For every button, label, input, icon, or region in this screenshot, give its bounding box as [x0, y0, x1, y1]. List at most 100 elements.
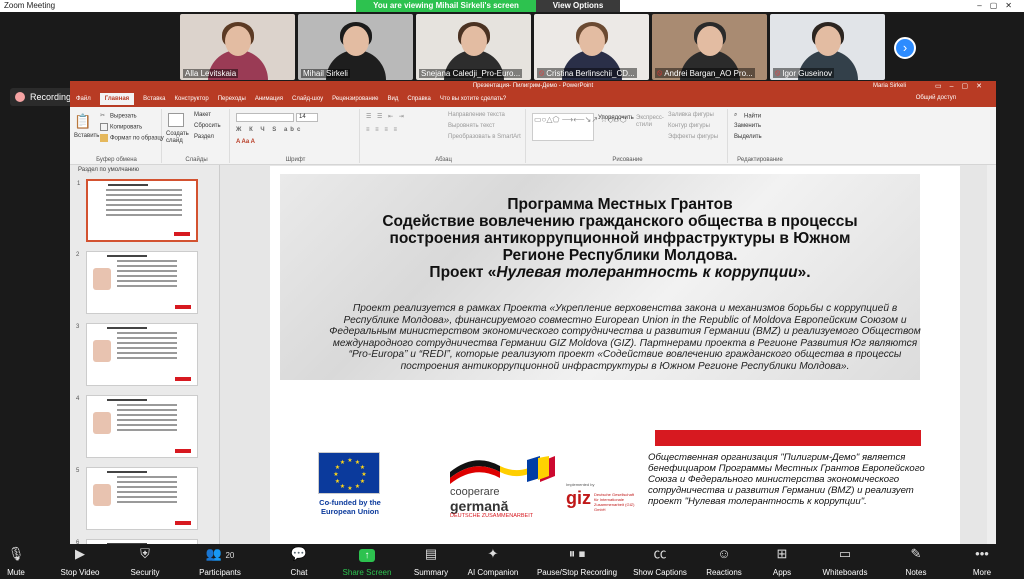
ppt-ribbon: 📋 Вставить ✂ Вырезать Копировать Формат п… — [70, 107, 996, 165]
layout-button[interactable]: Макет — [194, 112, 211, 118]
copy-button[interactable]: Копировать — [100, 123, 142, 131]
slides-group: Создать слайд Макет Сбросить Раздел Слай… — [164, 109, 230, 163]
ai-companion-button[interactable]: ✦ AI Companion — [464, 544, 522, 579]
align-buttons[interactable]: ≡ ≡ ≡ ≡ — [366, 127, 399, 133]
title-line: Программа Местных Грантов — [507, 196, 733, 213]
slide-title: Программа Местных Грантов Содействие вов… — [300, 196, 940, 281]
participant-tile[interactable]: ⦸ Igor Guseinov — [770, 14, 885, 80]
reset-button[interactable]: Сбросить — [194, 123, 221, 129]
shape-effects-button[interactable]: Эффекты фигуры — [668, 134, 718, 140]
ppt-tab[interactable]: Вставка — [143, 96, 165, 102]
current-slide[interactable]: Программа Местных Грантов Содействие вов… — [270, 166, 960, 544]
participant-tile[interactable]: ⦸ Andrei Bargan_AO Pro... — [652, 14, 767, 80]
more-button[interactable]: ••• More — [966, 544, 998, 579]
find-button[interactable]: ⌕ Найти — [734, 112, 761, 120]
font-size-field[interactable]: 14 — [296, 113, 318, 122]
summary-icon: ▤ — [424, 546, 438, 561]
stop-video-button[interactable]: ▶ Stop Video — [55, 544, 105, 579]
slide-thumbnail[interactable]: 3 — [76, 323, 198, 386]
cut-button[interactable]: ✂ Вырезать — [100, 112, 137, 120]
giz-text: Deutsche Gesellschaft für Internationale… — [594, 492, 635, 512]
security-button[interactable]: ⛨ Security — [124, 544, 166, 579]
slide-thumbnail[interactable]: 5 — [76, 467, 198, 530]
copy-icon — [100, 123, 108, 131]
window-controls[interactable]: –▢✕ — [977, 0, 1020, 12]
view-options-button[interactable]: View Options — [536, 0, 620, 12]
ppt-tab[interactable]: Рецензирование — [332, 96, 378, 102]
participant-tile[interactable]: Mihail Sirkeli — [298, 14, 413, 80]
smartart-button[interactable]: Преобразовать в SmartArt — [448, 134, 521, 140]
svg-text:★: ★ — [360, 478, 365, 485]
ppt-tab[interactable]: Что вы хотите сделать? — [440, 96, 506, 102]
pause-stop-recording-button[interactable]: ⏸ ⏹ Pause/Stop Recording — [532, 544, 622, 579]
ppt-tab[interactable]: Справка — [407, 96, 431, 102]
title-line: Регионе Республики Молдова. — [502, 247, 738, 264]
svg-text:★: ★ — [361, 471, 366, 478]
mic-muted-icon: ⦸ — [775, 68, 781, 77]
participant-tile[interactable]: Snejana Caledji_Pro-Euro... — [416, 14, 531, 80]
paragraph-group: ☰ ☰ ⇤ ⇥ ≡ ≡ ≡ ≡ Направление текста Выров… — [362, 109, 526, 163]
ppt-tab[interactable]: Файл — [76, 96, 91, 102]
mic-muted-icon: ⦸ — [657, 68, 663, 77]
svg-text:★: ★ — [355, 483, 360, 490]
participants-button[interactable]: 👥 20 Participants — [192, 544, 248, 579]
eu-logo: ★ ★ ★ ★ ★ ★ ★ ★ ★ ★ ★ ★ Co-funded by the European U… — [318, 452, 388, 518]
giz-letters: giz — [566, 488, 591, 508]
shapes-gallery[interactable]: ▭○△⬠ ⟶⟵↘↗ ☆◇▱⬡ — [532, 113, 627, 141]
coop-word-2: germană — [450, 498, 509, 514]
participant-tile[interactable]: ⦸ Cristina Berlinschii_CD... — [534, 14, 649, 80]
share-button[interactable]: Общий доступ — [916, 95, 956, 101]
ppt-tab[interactable]: Анимация — [255, 96, 283, 102]
ppt-window-controls[interactable]: ▭–▢✕ — [935, 82, 990, 90]
mute-button[interactable]: 🎙 Mute — [2, 544, 30, 579]
replace-button[interactable]: Заменить — [734, 123, 761, 129]
new-slide-icon[interactable] — [168, 113, 184, 127]
text-direction-button[interactable]: Направление текста — [448, 112, 505, 118]
ppt-tab[interactable]: Конструктор — [174, 96, 208, 102]
section-button[interactable]: Раздел — [194, 134, 214, 140]
format-painter-button[interactable]: Формат по образцу — [100, 134, 164, 142]
shape-outline-button[interactable]: Контур фигуры — [668, 123, 710, 129]
paste-button[interactable]: Вставить — [74, 133, 99, 139]
vertical-scrollbar[interactable] — [987, 165, 996, 544]
share-arrow-icon: ↑ — [338, 544, 396, 564]
font-color-button[interactable]: A Aa A — [236, 139, 255, 145]
participant-name: ⦸ Andrei Bargan_AO Pro... — [655, 68, 755, 78]
whiteboards-button[interactable]: ▭ Whiteboards — [818, 544, 872, 579]
more-dots-icon: ••• — [975, 546, 989, 561]
chat-bubble-icon: 💬 — [290, 546, 308, 561]
quick-styles-button[interactable]: Экспресс-стили — [636, 115, 666, 129]
summary-button[interactable]: ▤ Summary — [410, 544, 452, 579]
reactions-button[interactable]: ☺ Reactions — [703, 544, 745, 579]
ppt-tab[interactable]: Слайд-шоу — [292, 96, 323, 102]
slide-note-text: Общественная организация "Пилигрим-Демо"… — [648, 452, 925, 507]
slide-number: 4 — [76, 396, 80, 402]
notes-button[interactable]: ✎ Notes — [902, 544, 930, 579]
font-name-field[interactable] — [236, 113, 294, 122]
participant-name: Mihail Sirkeli — [301, 69, 350, 78]
brush-icon — [100, 134, 108, 142]
slide-thumbnail[interactable]: 2 — [76, 251, 198, 314]
show-captions-button[interactable]: ㏄ Show Captions — [630, 544, 690, 579]
slide-thumbnail[interactable]: 1 — [77, 179, 198, 242]
ppt-tab[interactable]: Главная — [99, 93, 135, 105]
participant-tile[interactable]: Alla Levitskaia — [180, 14, 295, 80]
apps-button[interactable]: ⊞ Apps — [770, 544, 794, 579]
ppt-tab[interactable]: Переходы — [218, 96, 246, 102]
align-text-button[interactable]: Выровнять текст — [448, 123, 495, 129]
ppt-tab[interactable]: Вид — [387, 96, 398, 102]
chat-button[interactable]: 💬 Chat — [284, 544, 314, 579]
list-buttons[interactable]: ☰ ☰ ⇤ ⇥ — [366, 113, 406, 120]
share-screen-button[interactable]: ↑ Share Screen — [338, 544, 396, 579]
participant-name: ⦸ Cristina Berlinschii_CD... — [537, 68, 637, 78]
next-participants-button[interactable]: › — [894, 37, 916, 59]
cooperare-germana-logo: cooperare germană DEUTSCHE ZUSAMMENARBEI… — [445, 452, 565, 519]
arrange-button[interactable]: Упорядочить — [598, 115, 634, 122]
section-header[interactable]: Раздел по умолчанию — [78, 167, 139, 173]
new-slide-button[interactable]: Создать слайд — [166, 131, 190, 145]
select-button[interactable]: Выделить — [734, 134, 762, 140]
paste-icon[interactable]: 📋 — [74, 113, 91, 130]
shape-fill-button[interactable]: Заливка фигуры — [668, 112, 714, 118]
slide-thumbnail[interactable]: 4 — [76, 395, 198, 458]
font-format-buttons[interactable]: Ж К Ч S abc — [236, 127, 303, 133]
